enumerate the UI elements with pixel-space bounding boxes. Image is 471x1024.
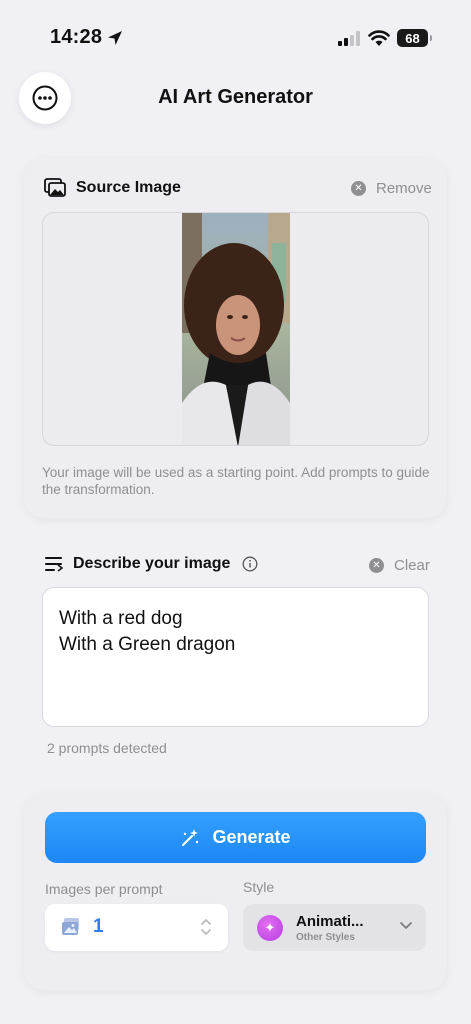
prompt-line: With a Green dragon bbox=[59, 634, 236, 655]
source-image-title: Source Image bbox=[76, 178, 181, 196]
location-arrow-icon bbox=[108, 31, 122, 45]
generate-button[interactable]: Generate bbox=[45, 812, 426, 863]
source-image-preview bbox=[182, 213, 290, 445]
clear-prompts-button[interactable]: ✕ Clear bbox=[369, 557, 430, 574]
battery-indicator: 68 bbox=[397, 29, 432, 47]
chevron-up-down-icon bbox=[201, 918, 211, 936]
describe-title: Describe your image bbox=[73, 555, 231, 572]
text-lines-icon bbox=[45, 557, 63, 572]
close-icon: ✕ bbox=[369, 558, 384, 573]
cellular-signal-icon bbox=[338, 31, 360, 46]
images-per-prompt-value: 1 bbox=[93, 916, 104, 937]
source-helper-text: Your image will be used as a starting po… bbox=[42, 465, 430, 497]
status-bar: 14:28 68 bbox=[0, 0, 471, 62]
clear-label: Clear bbox=[394, 557, 430, 574]
page-title: AI Art Generator bbox=[158, 86, 313, 108]
prompt-textarea[interactable]: With a red dog With a Green dragon bbox=[42, 587, 429, 727]
remove-label: Remove bbox=[376, 180, 432, 197]
wifi-icon bbox=[368, 30, 390, 46]
battery-level: 68 bbox=[405, 30, 420, 46]
images-per-prompt-label: Images per prompt bbox=[45, 881, 163, 897]
prompt-line: With a red dog bbox=[59, 608, 183, 629]
status-time: 14:28 bbox=[50, 26, 103, 48]
photos-icon bbox=[62, 918, 79, 935]
style-category: Other Styles bbox=[296, 932, 355, 943]
chevron-down-icon bbox=[400, 922, 412, 930]
source-image-frame[interactable] bbox=[42, 212, 429, 446]
magic-wand-icon bbox=[182, 828, 199, 846]
sparkle-icon: ✦ bbox=[257, 915, 283, 941]
info-icon[interactable] bbox=[242, 556, 258, 572]
generate-label: Generate bbox=[212, 827, 291, 847]
generate-card: Generate Images per prompt Style 1 ✦ Ani… bbox=[24, 794, 447, 990]
images-per-prompt-stepper[interactable]: 1 bbox=[45, 904, 228, 951]
style-name: Animati... bbox=[296, 913, 364, 930]
style-label: Style bbox=[243, 879, 275, 895]
style-select[interactable]: ✦ Animati... Other Styles bbox=[243, 904, 426, 951]
photos-icon bbox=[44, 178, 66, 197]
close-icon: ✕ bbox=[351, 181, 366, 196]
prompts-count: 2 prompts detected bbox=[47, 740, 167, 756]
remove-image-button[interactable]: ✕ Remove bbox=[351, 180, 432, 197]
source-image-header: Source Image bbox=[44, 178, 181, 197]
source-image-card: Source Image ✕ Remove Your image will be… bbox=[24, 158, 447, 518]
describe-header: Describe your image bbox=[44, 555, 258, 573]
